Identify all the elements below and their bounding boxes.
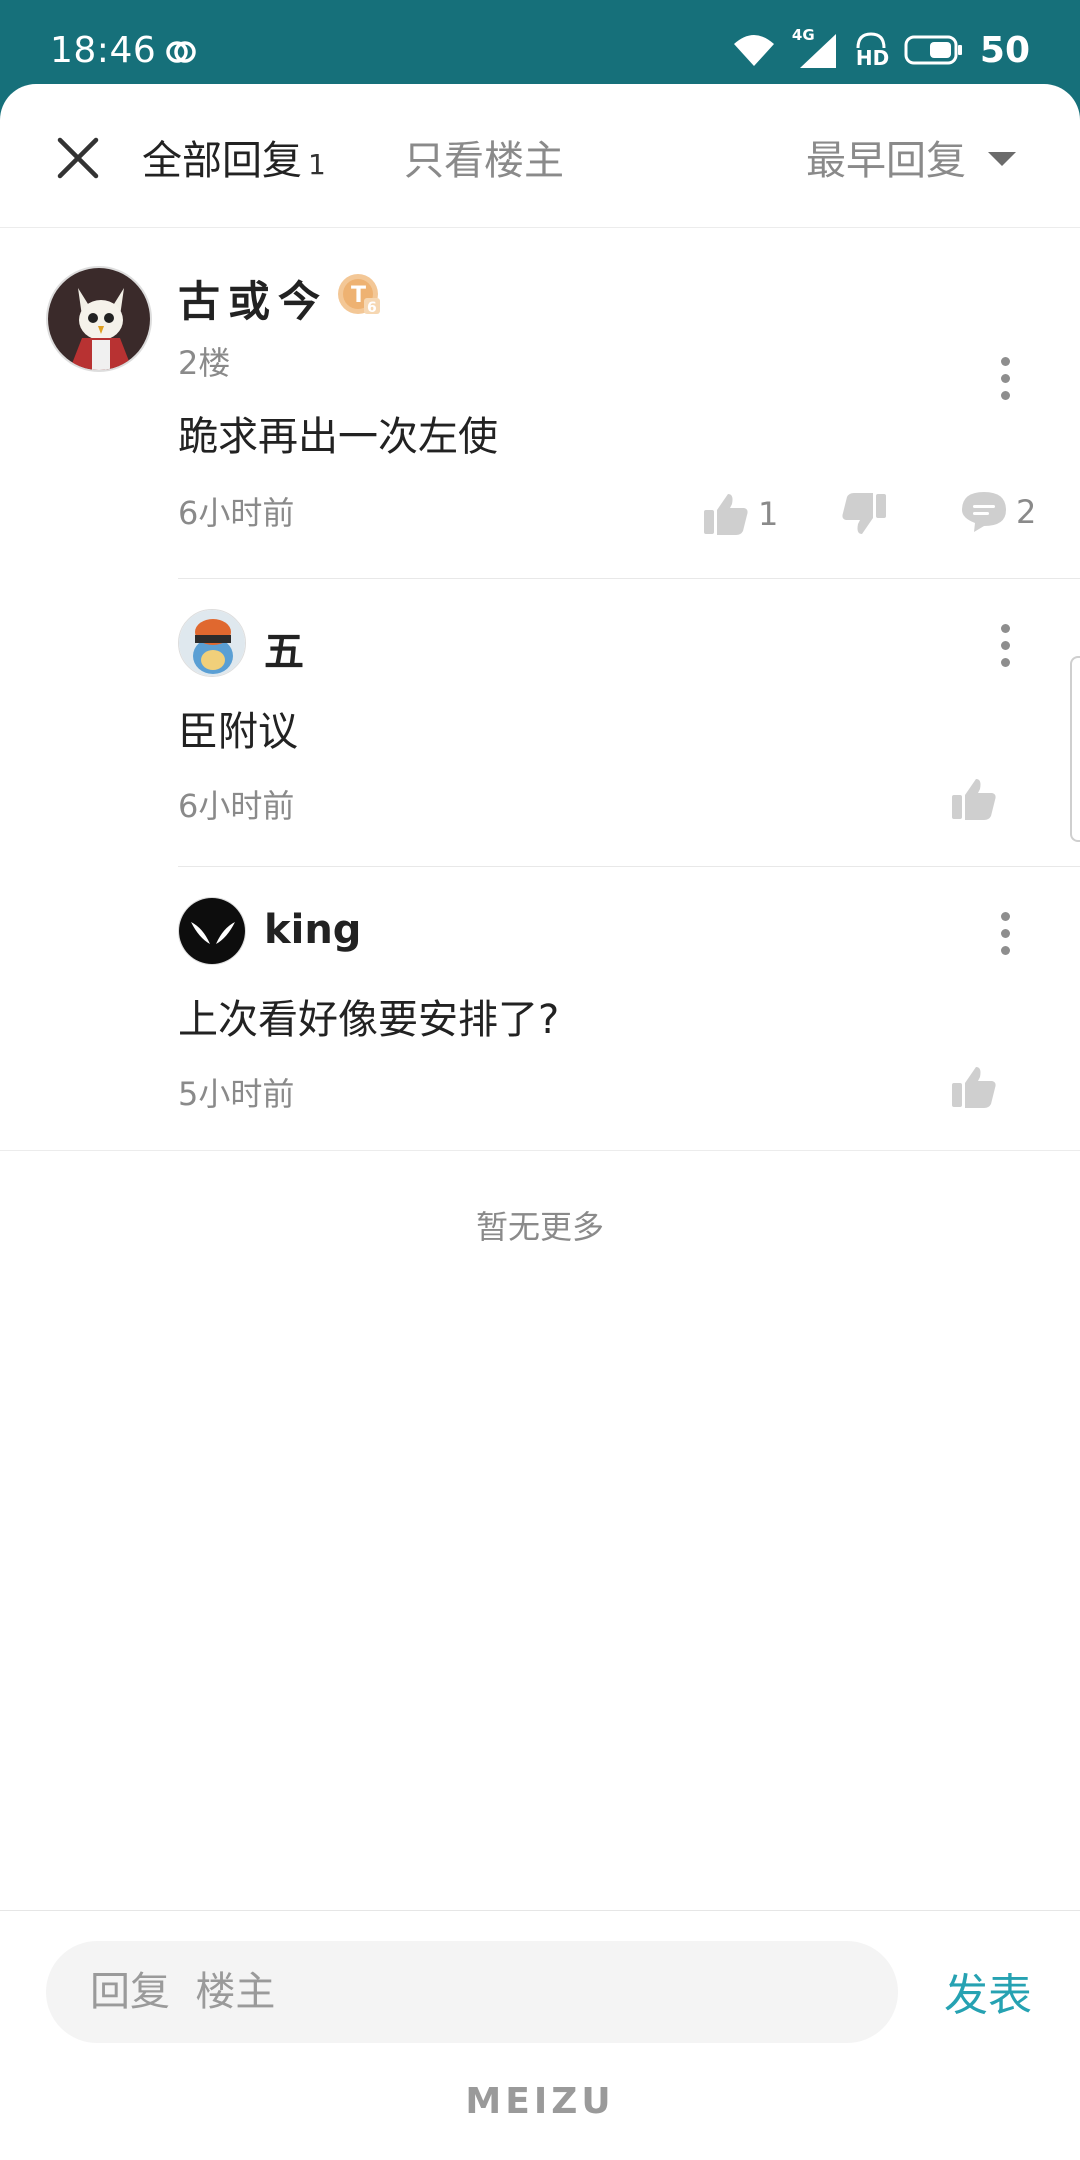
- floor-number: 2楼: [178, 344, 231, 382]
- thumbs-up-icon: [952, 1067, 996, 1108]
- squirtle-avatar-image: [179, 610, 245, 676]
- like-button[interactable]: [950, 775, 998, 823]
- comment-time: 6小时前: [178, 787, 295, 825]
- username[interactable]: king: [264, 907, 361, 953]
- status-time: 18:46: [50, 30, 157, 71]
- comment-time: 5小时前: [178, 1075, 295, 1113]
- avatar[interactable]: [178, 897, 246, 965]
- reply-count-button[interactable]: 2: [960, 490, 1036, 534]
- level-badge-icon: T 6: [336, 272, 384, 320]
- like-count: 1: [758, 495, 779, 533]
- comment-text: 上次看好像要安排了?: [178, 997, 560, 1043]
- comment-text: 跪求再出一次左使: [178, 414, 498, 460]
- tab-all-replies[interactable]: 全部回复 1: [142, 128, 326, 186]
- svg-text:T: T: [351, 283, 366, 308]
- thumbs-up-icon: [704, 494, 748, 535]
- tab-all-count: 1: [308, 148, 326, 181]
- cellular-icon: 4G: [792, 26, 838, 70]
- chevron-down-icon: [988, 152, 1016, 166]
- status-indicators: 4G HD 50: [732, 26, 1030, 72]
- hd-voice-icon: HD: [854, 30, 890, 70]
- thumbs-up-icon: [952, 779, 996, 820]
- wifi-icon: [733, 35, 774, 66]
- reply-bar: 发表 MEIZU: [0, 1910, 1080, 2160]
- username[interactable]: 五: [264, 619, 304, 677]
- sheet-header: 全部回复 1 只看楼主 最早回复: [0, 84, 1080, 228]
- replies-sheet: 全部回复 1 只看楼主 最早回复 古或今 T 6 2楼 跪求再出一次左使 6小时…: [0, 84, 1080, 2160]
- more-options-icon[interactable]: [990, 903, 1020, 963]
- publish-button[interactable]: 发表: [944, 1959, 1032, 2023]
- close-icon: [57, 137, 99, 179]
- username[interactable]: 古或今: [178, 268, 328, 329]
- battery-icon: [904, 35, 962, 65]
- like-button[interactable]: 1: [702, 490, 778, 538]
- sync-icon: [166, 41, 196, 63]
- tab-all-label: 全部回复: [142, 138, 302, 184]
- avatar[interactable]: [178, 609, 246, 677]
- no-more-text: 暂无更多: [475, 1208, 604, 1246]
- thumbs-down-icon: [842, 493, 886, 534]
- dislike-button[interactable]: [840, 490, 888, 538]
- reply-input[interactable]: [46, 1941, 898, 2043]
- brand-logo: MEIZU: [465, 2081, 615, 2122]
- sort-dropdown[interactable]: 最早回复: [806, 128, 1016, 186]
- status-bar: 18:46 4G HD 50: [0, 0, 1080, 84]
- more-options-icon[interactable]: [990, 348, 1020, 408]
- sort-label: 最早回复: [806, 138, 966, 184]
- more-options-icon[interactable]: [990, 615, 1020, 675]
- list-item: king 上次看好像要安排了? 5小时前: [178, 866, 1080, 1154]
- scrollbar[interactable]: [1070, 656, 1080, 842]
- comment-text: 臣附议: [178, 709, 298, 755]
- list-item: 五 臣附议 6小时前: [178, 578, 1080, 866]
- tab-owner-only[interactable]: 只看楼主: [404, 128, 564, 186]
- comment-bubble-icon: [962, 492, 1006, 532]
- list-end-divider: [0, 1150, 1080, 1151]
- owl-avatar-image: [48, 268, 150, 370]
- svg-text:6: 6: [367, 300, 377, 316]
- hd-label: HD: [855, 46, 890, 70]
- reply-count: 2: [1016, 493, 1037, 531]
- comment-time: 6小时前: [178, 494, 295, 532]
- battery-level: 50: [979, 29, 1030, 71]
- venom-avatar-image: [179, 898, 245, 964]
- like-button[interactable]: [950, 1063, 998, 1111]
- close-button[interactable]: [50, 130, 106, 186]
- avatar[interactable]: [46, 266, 152, 372]
